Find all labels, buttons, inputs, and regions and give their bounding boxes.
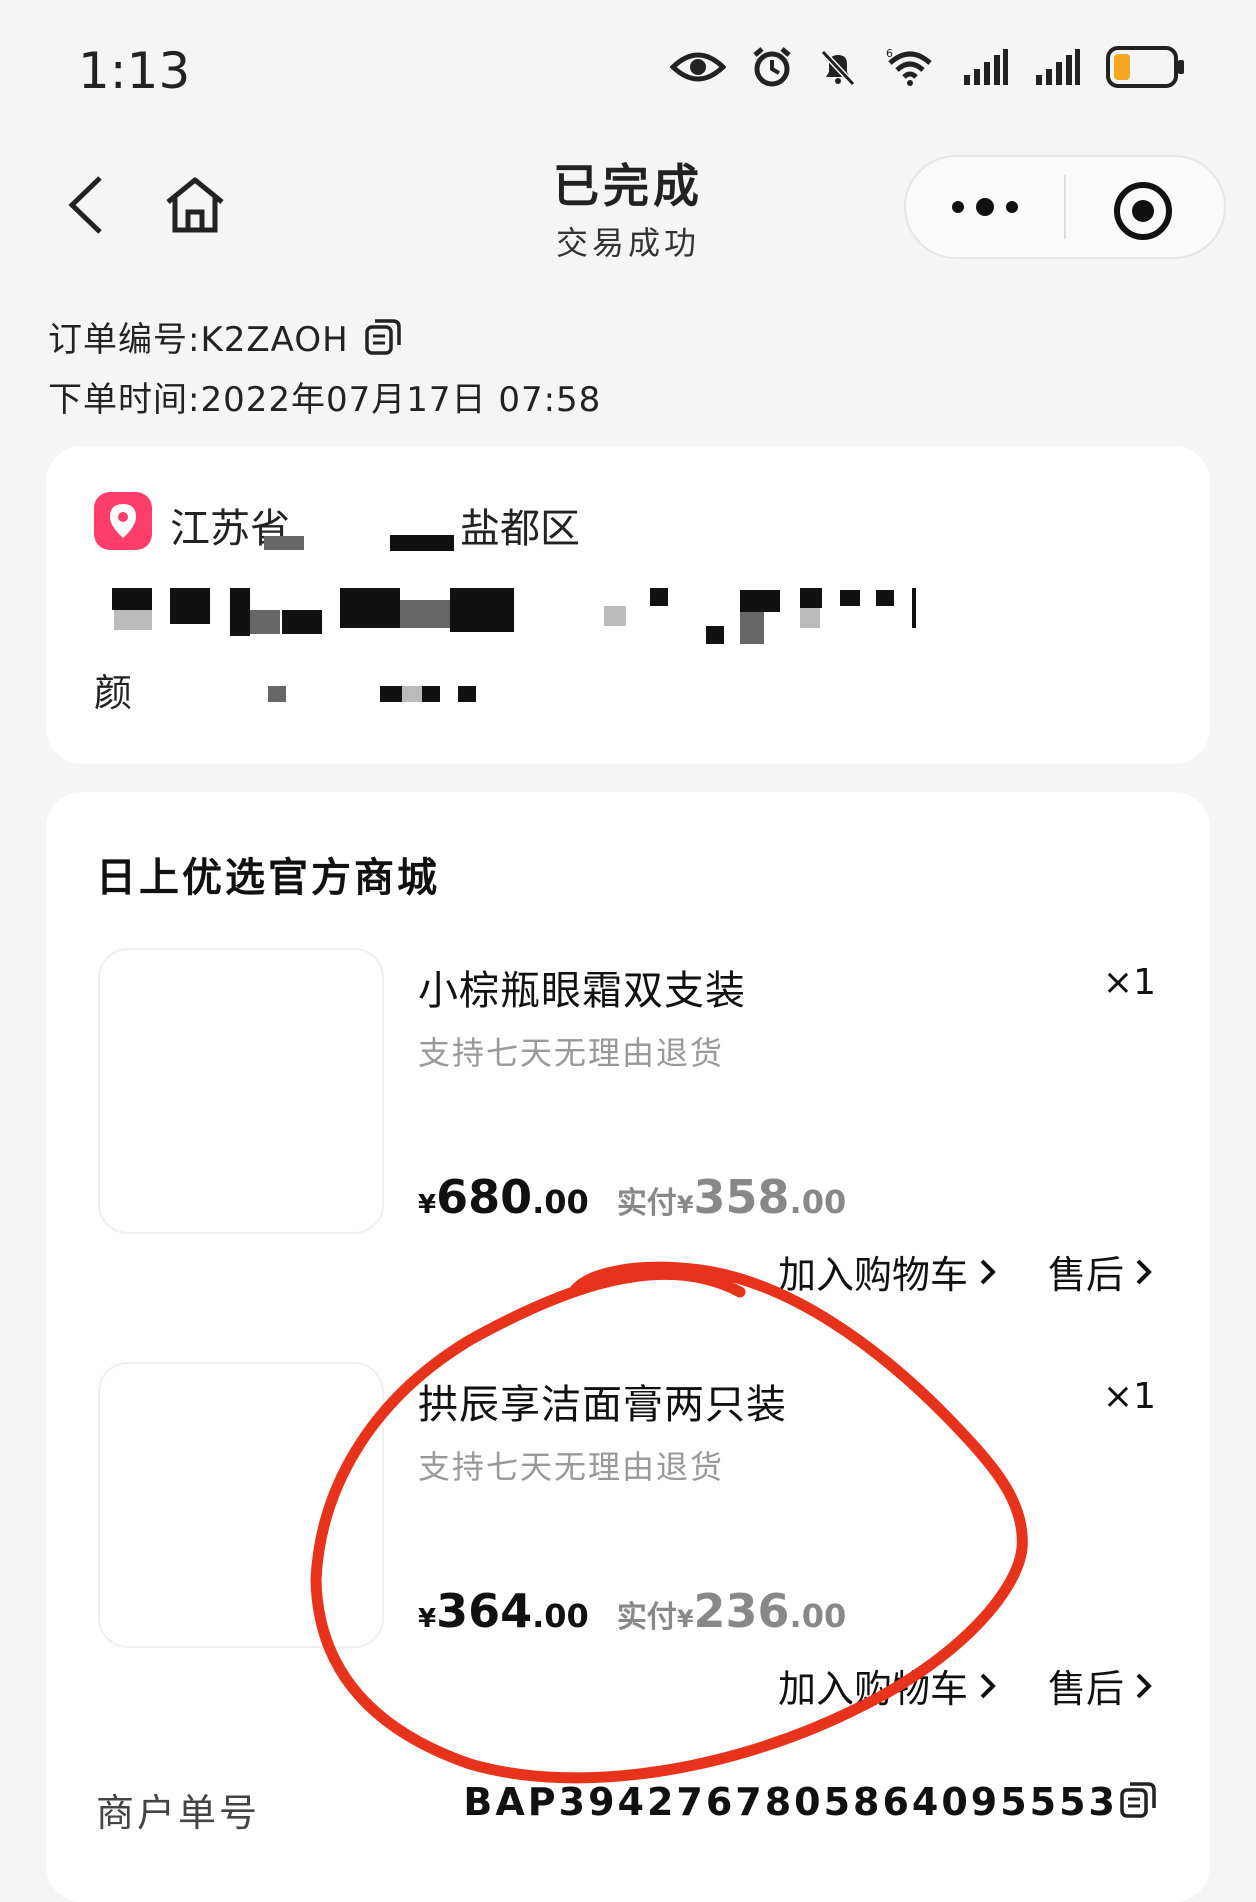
paid-currency-symbol: ¥ <box>676 1605 694 1633</box>
close-target-icon[interactable] <box>1112 180 1174 242</box>
order-number: 订单编号:K2ZAOH <box>48 320 349 360</box>
status-icons: 6 <box>670 46 1186 88</box>
currency-symbol: ¥ <box>418 1604 437 1634</box>
product-thumbnail[interactable] <box>98 1362 384 1648</box>
product-name[interactable]: 拱辰享洁面膏两只装 <box>418 1372 787 1430</box>
add-to-cart-button[interactable]: 加入购物车 <box>778 1244 998 1299</box>
paid-currency-symbol: ¥ <box>676 1191 694 1219</box>
price-row: ¥ 680 .00 实付 ¥ 358 .00 <box>418 1170 846 1224</box>
mute-bell-icon <box>820 49 856 87</box>
chevron-right-icon <box>1136 1673 1152 1698</box>
return-policy-tag: 支持七天无理由退货 <box>418 1034 725 1072</box>
merchant-number-value: BAP3942767805864095553 <box>463 1780 1118 1824</box>
product-thumbnail[interactable] <box>98 948 384 1234</box>
after-sale-label: 售后 <box>1048 1667 1125 1711</box>
alarm-icon <box>753 47 791 87</box>
currency-symbol: ¥ <box>418 1190 437 1220</box>
paid-label: 实付 <box>616 1186 677 1221</box>
product-name[interactable]: 小棕瓶眼霜双支装 <box>418 958 746 1016</box>
paid-price-int: 236 <box>693 1584 790 1638</box>
original-price-dec: .00 <box>532 1597 589 1635</box>
after-sale-label: 售后 <box>1048 1253 1125 1297</box>
add-to-cart-label: 加入购物车 <box>778 1253 969 1297</box>
more-icon[interactable] <box>940 185 1040 229</box>
chevron-right-icon <box>1136 1259 1152 1284</box>
paid-price-dec: .00 <box>789 1183 847 1221</box>
recipient-name: 颜 <box>94 671 133 715</box>
order-number-row: 订单编号:K2ZAOH <box>48 312 403 361</box>
eye-icon <box>670 52 726 82</box>
status-time: 1:13 <box>78 42 191 100</box>
location-pin-icon <box>94 492 152 550</box>
address-card[interactable] <box>46 446 1210 764</box>
product-quantity: ×1 <box>1102 1376 1156 1417</box>
capsule-divider <box>1064 175 1066 239</box>
copy-icon[interactable] <box>1118 1780 1158 1820</box>
original-price-int: 364 <box>436 1584 533 1638</box>
wifi-badge: 6 <box>886 47 893 60</box>
add-to-cart-button[interactable]: 加入购物车 <box>778 1658 998 1713</box>
chevron-right-icon <box>980 1259 996 1284</box>
merchant-number-label: 商户单号 <box>96 1791 261 1835</box>
after-sale-button[interactable]: 售后 <box>1048 1244 1154 1299</box>
original-price-dec: .00 <box>532 1183 589 1221</box>
add-to-cart-label: 加入购物车 <box>778 1667 969 1711</box>
address-district-text: 盐都区 <box>460 506 580 552</box>
shop-name[interactable]: 日上优选官方商城 <box>96 845 440 903</box>
signal-icon-2 <box>1036 49 1080 85</box>
original-price-int: 680 <box>436 1170 533 1224</box>
paid-label: 实付 <box>616 1600 677 1635</box>
product-quantity: ×1 <box>1102 962 1156 1003</box>
price-row: ¥ 364 .00 实付 ¥ 236 .00 <box>418 1584 846 1638</box>
signal-icon-1 <box>964 49 1008 85</box>
after-sale-button[interactable]: 售后 <box>1048 1658 1154 1713</box>
paid-price-dec: .00 <box>789 1597 847 1635</box>
copy-icon[interactable] <box>363 317 403 357</box>
wifi-icon: 6 <box>886 47 932 86</box>
return-policy-tag: 支持七天无理由退货 <box>418 1448 725 1486</box>
battery-icon <box>1106 46 1184 88</box>
chevron-right-icon <box>980 1673 996 1698</box>
paid-price-int: 358 <box>693 1170 790 1224</box>
address-province: 江苏省 盐都区 <box>170 496 580 554</box>
order-time: 下单时间:2022年07月17日 07:58 <box>48 380 602 420</box>
